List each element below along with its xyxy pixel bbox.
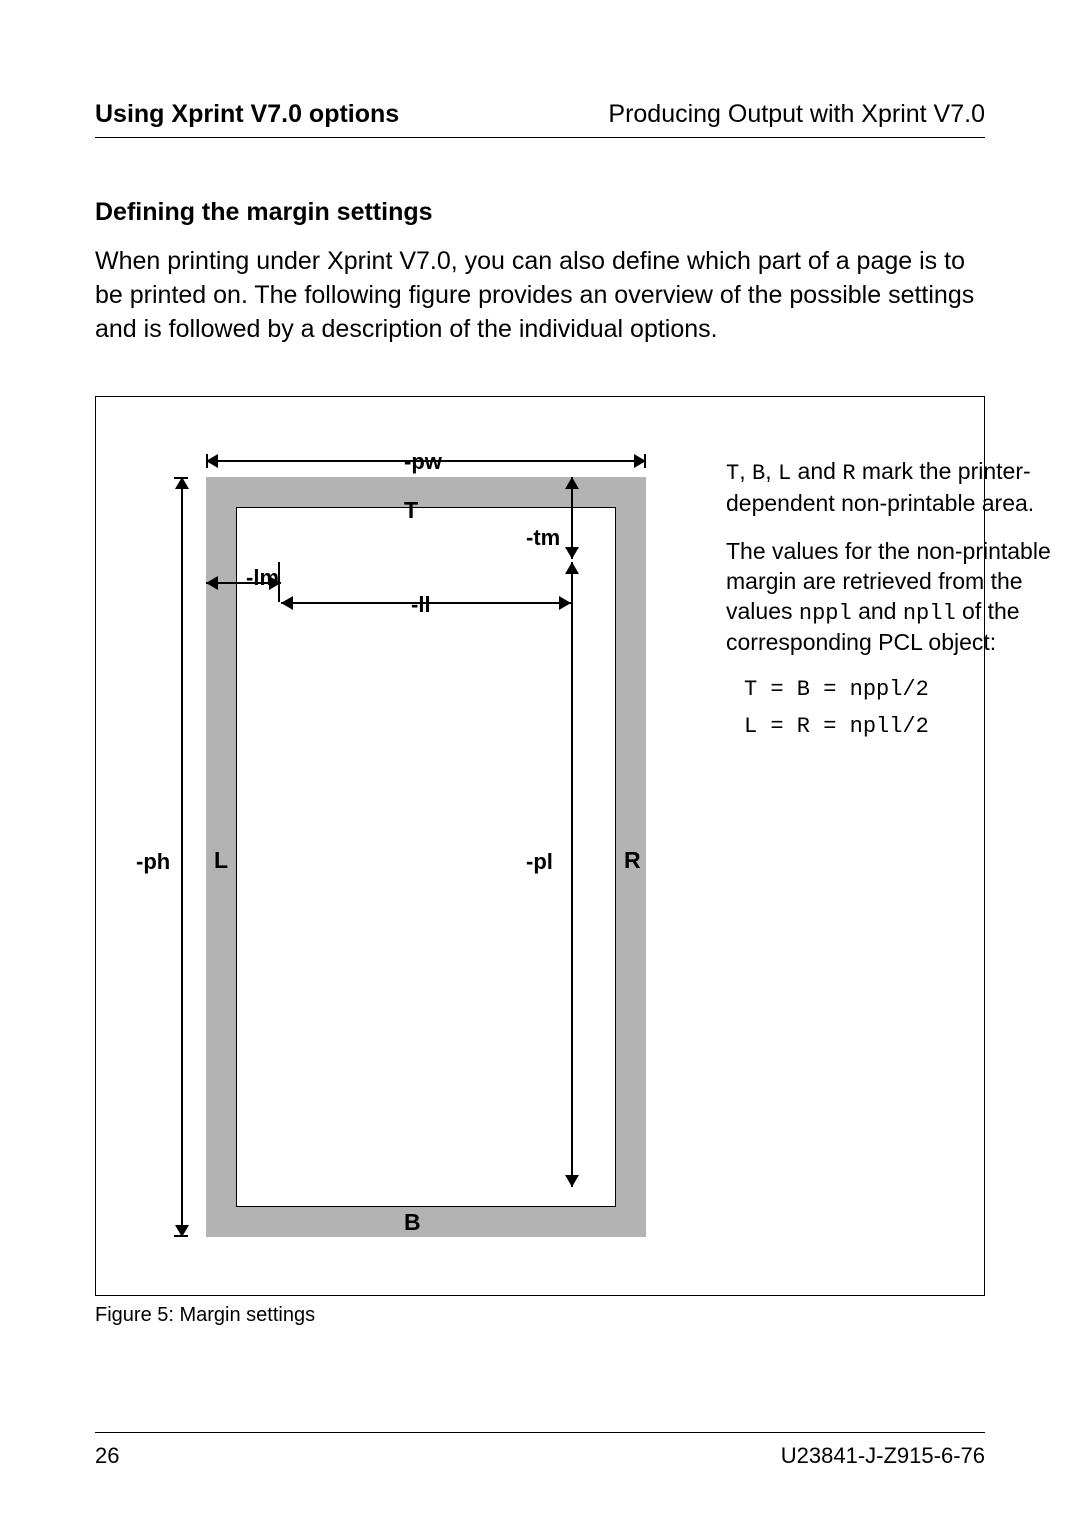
- option-ph: -ph: [136, 849, 170, 875]
- doc-id: U23841-J-Z915-6-76: [781, 1443, 985, 1469]
- option-tm: -tm: [526, 525, 560, 551]
- arrow-down-icon: [565, 547, 579, 559]
- margin-diagram: T B L R -pw -ph -tm -lm -ll -pl: [126, 427, 686, 1267]
- arrow-up-icon: [565, 477, 579, 489]
- body-paragraph: When printing under Xprint V7.0, you can…: [95, 245, 985, 346]
- side-p2-mid: and: [852, 598, 903, 624]
- figure-caption: Figure 5: Margin settings: [95, 1304, 985, 1327]
- figure-side-text: T, B, L and R mark the printer-dependent…: [726, 457, 1056, 749]
- side-p2: The values for the non-printable margin …: [726, 537, 1056, 658]
- figure-box: T B L R -pw -ph -tm -lm -ll -pl T, B, L …: [95, 396, 985, 1296]
- side-p1: T, B, L and R mark the printer-dependent…: [726, 457, 1056, 518]
- equation-2: L = R = npll/2: [744, 713, 1056, 742]
- arrow-left-icon: [281, 596, 293, 610]
- code-B: B: [752, 461, 765, 486]
- pl-dimension-line: [571, 562, 573, 1187]
- header-right: Producing Output with Xprint V7.0: [608, 100, 985, 129]
- sep: ,: [765, 458, 778, 484]
- arrow-right-icon: [634, 454, 646, 468]
- option-pw: -pw: [404, 449, 442, 475]
- option-lm: -lm: [246, 565, 279, 591]
- arrow-left-icon: [206, 454, 218, 468]
- arrow-up-icon: [175, 477, 189, 489]
- code-T: T: [726, 461, 739, 486]
- code-L: L: [778, 461, 791, 486]
- header-left: Using Xprint V7.0 options: [95, 100, 399, 129]
- label-T: T: [404, 497, 418, 524]
- ph-dimension-line: [181, 477, 183, 1237]
- arrow-up-icon: [565, 562, 579, 574]
- code-nppl: nppl: [799, 601, 852, 626]
- option-pl: -pl: [526, 849, 553, 875]
- arrow-right-icon: [559, 596, 571, 610]
- page-footer: 26 U23841-J-Z915-6-76: [95, 1432, 985, 1469]
- label-B: B: [404, 1209, 421, 1236]
- page-outline-gray: [206, 477, 646, 1237]
- code-npll: npll: [903, 601, 956, 626]
- section-title: Defining the margin settings: [95, 198, 985, 227]
- arrow-down-icon: [175, 1225, 189, 1237]
- page-number: 26: [95, 1443, 119, 1469]
- arrow-down-icon: [565, 1175, 579, 1187]
- sep: and: [791, 458, 842, 484]
- sep: ,: [739, 458, 752, 484]
- code-R: R: [842, 461, 855, 486]
- label-R: R: [624, 847, 641, 874]
- equation-1: T = B = nppl/2: [744, 676, 1056, 705]
- option-ll: -ll: [411, 592, 431, 618]
- label-L: L: [214, 847, 228, 874]
- arrow-left-icon: [206, 576, 218, 590]
- page-header: Using Xprint V7.0 options Producing Outp…: [95, 100, 985, 138]
